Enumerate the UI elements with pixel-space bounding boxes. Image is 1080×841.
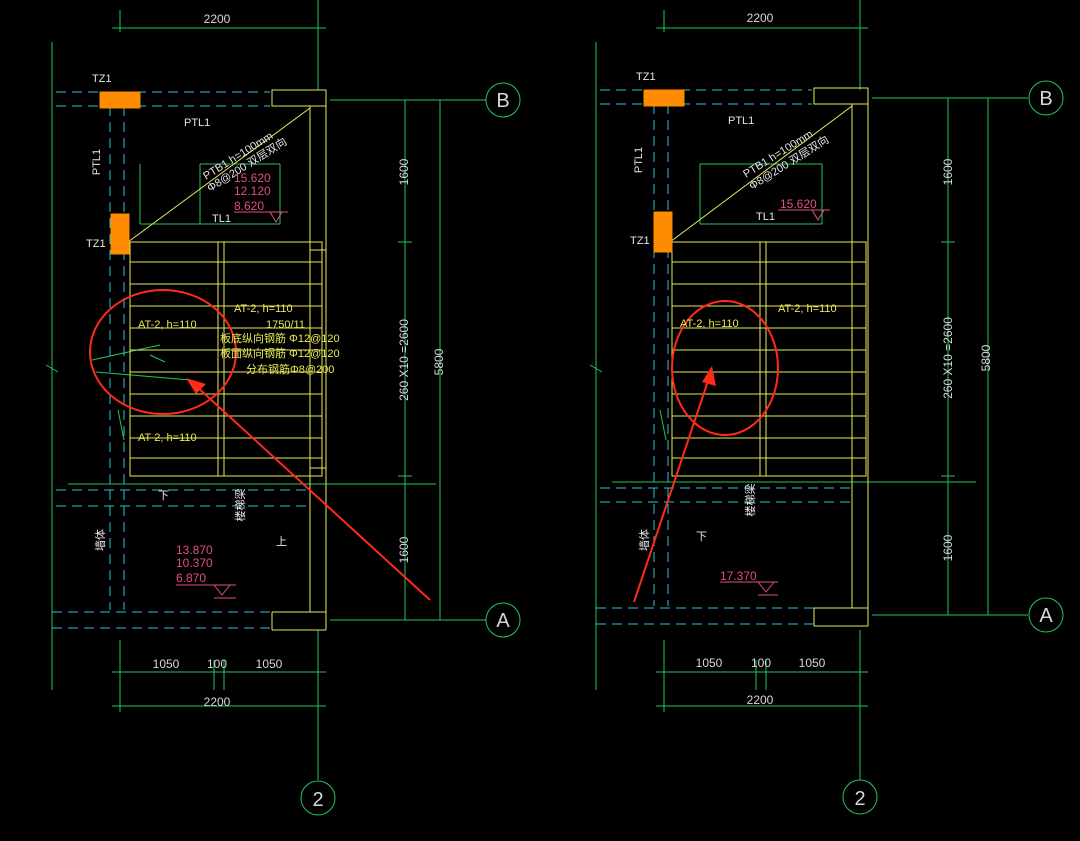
left-elev-lower-2: 10.370: [176, 556, 213, 570]
left-dim-right-top: 1600: [397, 158, 411, 185]
left-up-label: 上: [276, 535, 287, 548]
cad-drawing-canvas: 2200 1050 100 1050 2200 1600 260 X10 =26…: [45, 0, 1064, 816]
right-wall-label: 墙体: [637, 529, 651, 551]
right-dim-right-top: 1600: [941, 158, 955, 185]
right-stair-plan: 2200 1050 100 1050 2200 1600 260 X10 =26…: [589, 0, 1064, 815]
left-axis-2-label: 2: [312, 789, 323, 811]
left-elev-upper-2: 12.120: [234, 184, 271, 198]
right-dim-bottom-seg1: 1050: [696, 656, 723, 670]
left-ptl1-top-label: PTL1: [184, 117, 210, 129]
left-highlight-circle: [89, 289, 237, 415]
right-down-label: 下: [696, 531, 707, 543]
right-dim-right-total: 5800: [979, 344, 993, 371]
left-ptl1-side-label: PTL1: [91, 149, 103, 175]
left-elevation-markers: [176, 211, 288, 599]
left-column-tz1-top: [99, 91, 141, 109]
left-stair-plan: 2200 1050 100 1050 2200 1600 260 X10 =26…: [45, 0, 521, 816]
left-rebar-line3: 分布钢筋Φ8@200: [246, 362, 334, 376]
left-flight-lower-label: AT-2, h=110: [138, 432, 197, 444]
left-tz1-mid-label: TZ1: [86, 238, 106, 250]
left-rebar-line1: 板底纵向钢筋 Φ12@120: [220, 331, 340, 345]
left-axis-a-label: A: [496, 610, 510, 632]
left-wall-label: 墙体: [93, 529, 107, 551]
right-dim-top: 2200: [747, 11, 774, 25]
right-dim-right-bottom: 1600: [941, 534, 955, 561]
left-dim-bottom-seg1: 1050: [153, 657, 180, 671]
left-dim-bottom-seg2: 100: [207, 657, 227, 671]
left-dim-right-total: 5800: [432, 348, 446, 375]
left-dim-right-bottom: 1600: [397, 536, 411, 563]
left-rebar-line2: 板面纵向钢筋 Φ12@120: [220, 346, 340, 360]
left-dim-bottom-seg3: 1050: [256, 657, 283, 671]
left-column-tz1-mid: [110, 213, 130, 255]
right-axis-a-label: A: [1039, 605, 1053, 627]
right-axis-2-label: 2: [854, 788, 865, 810]
left-landing-label: 楼梯梁: [233, 489, 247, 522]
right-dim-bottom-total: 2200: [747, 693, 774, 707]
left-axis-b-label: B: [496, 90, 509, 112]
right-landing-label: 楼梯梁: [743, 484, 757, 517]
right-column-tz1-top: [643, 89, 685, 107]
left-dim-right-middle: 260 X10 =2600: [397, 319, 411, 401]
right-arrow-head: [702, 366, 716, 386]
right-elevation-markers: [720, 209, 830, 596]
right-ptl1-side-label: PTL1: [633, 147, 645, 173]
right-dim-bottom-seg2: 100: [751, 656, 771, 670]
left-dim-bottom-total: 2200: [204, 695, 231, 709]
left-annotation-arrow: [195, 385, 431, 601]
right-ptl1-top-label: PTL1: [728, 115, 754, 127]
right-tz1-top-label: TZ1: [636, 71, 656, 83]
right-tz1-mid-label: TZ1: [630, 235, 650, 247]
right-axis-b-label: B: [1039, 88, 1052, 110]
right-elev-upper: 15.620: [780, 197, 817, 211]
left-down-label: 下: [158, 490, 169, 502]
left-tz1-top-label: TZ1: [92, 73, 112, 85]
left-elev-upper-1: 15.620: [234, 171, 271, 185]
left-flight-left-label: AT-2, h=110: [138, 319, 197, 331]
right-column-tz1-mid: [653, 211, 673, 253]
left-break-mark: [149, 354, 166, 363]
left-dim-top: 2200: [204, 12, 231, 26]
right-dim-right-middle: 260 X10 =2600: [941, 317, 955, 399]
left-tl1-label: TL1: [212, 213, 231, 225]
right-tl1-label: TL1: [756, 211, 775, 223]
left-elev-lower-3: 6.870: [176, 571, 206, 585]
left-rebar-span: 1750/11: [266, 319, 305, 331]
left-flight-right-label: AT-2, h=110: [234, 303, 293, 315]
right-dim-bottom-seg3: 1050: [799, 656, 826, 670]
right-flight-left-label: AT-2, h=110: [680, 318, 739, 330]
left-elev-upper-3: 8.620: [234, 199, 264, 213]
right-flight-right-label: AT-2, h=110: [778, 303, 837, 315]
right-elev-lower: 17.370: [720, 569, 757, 583]
left-elev-lower-1: 13.870: [176, 543, 213, 557]
